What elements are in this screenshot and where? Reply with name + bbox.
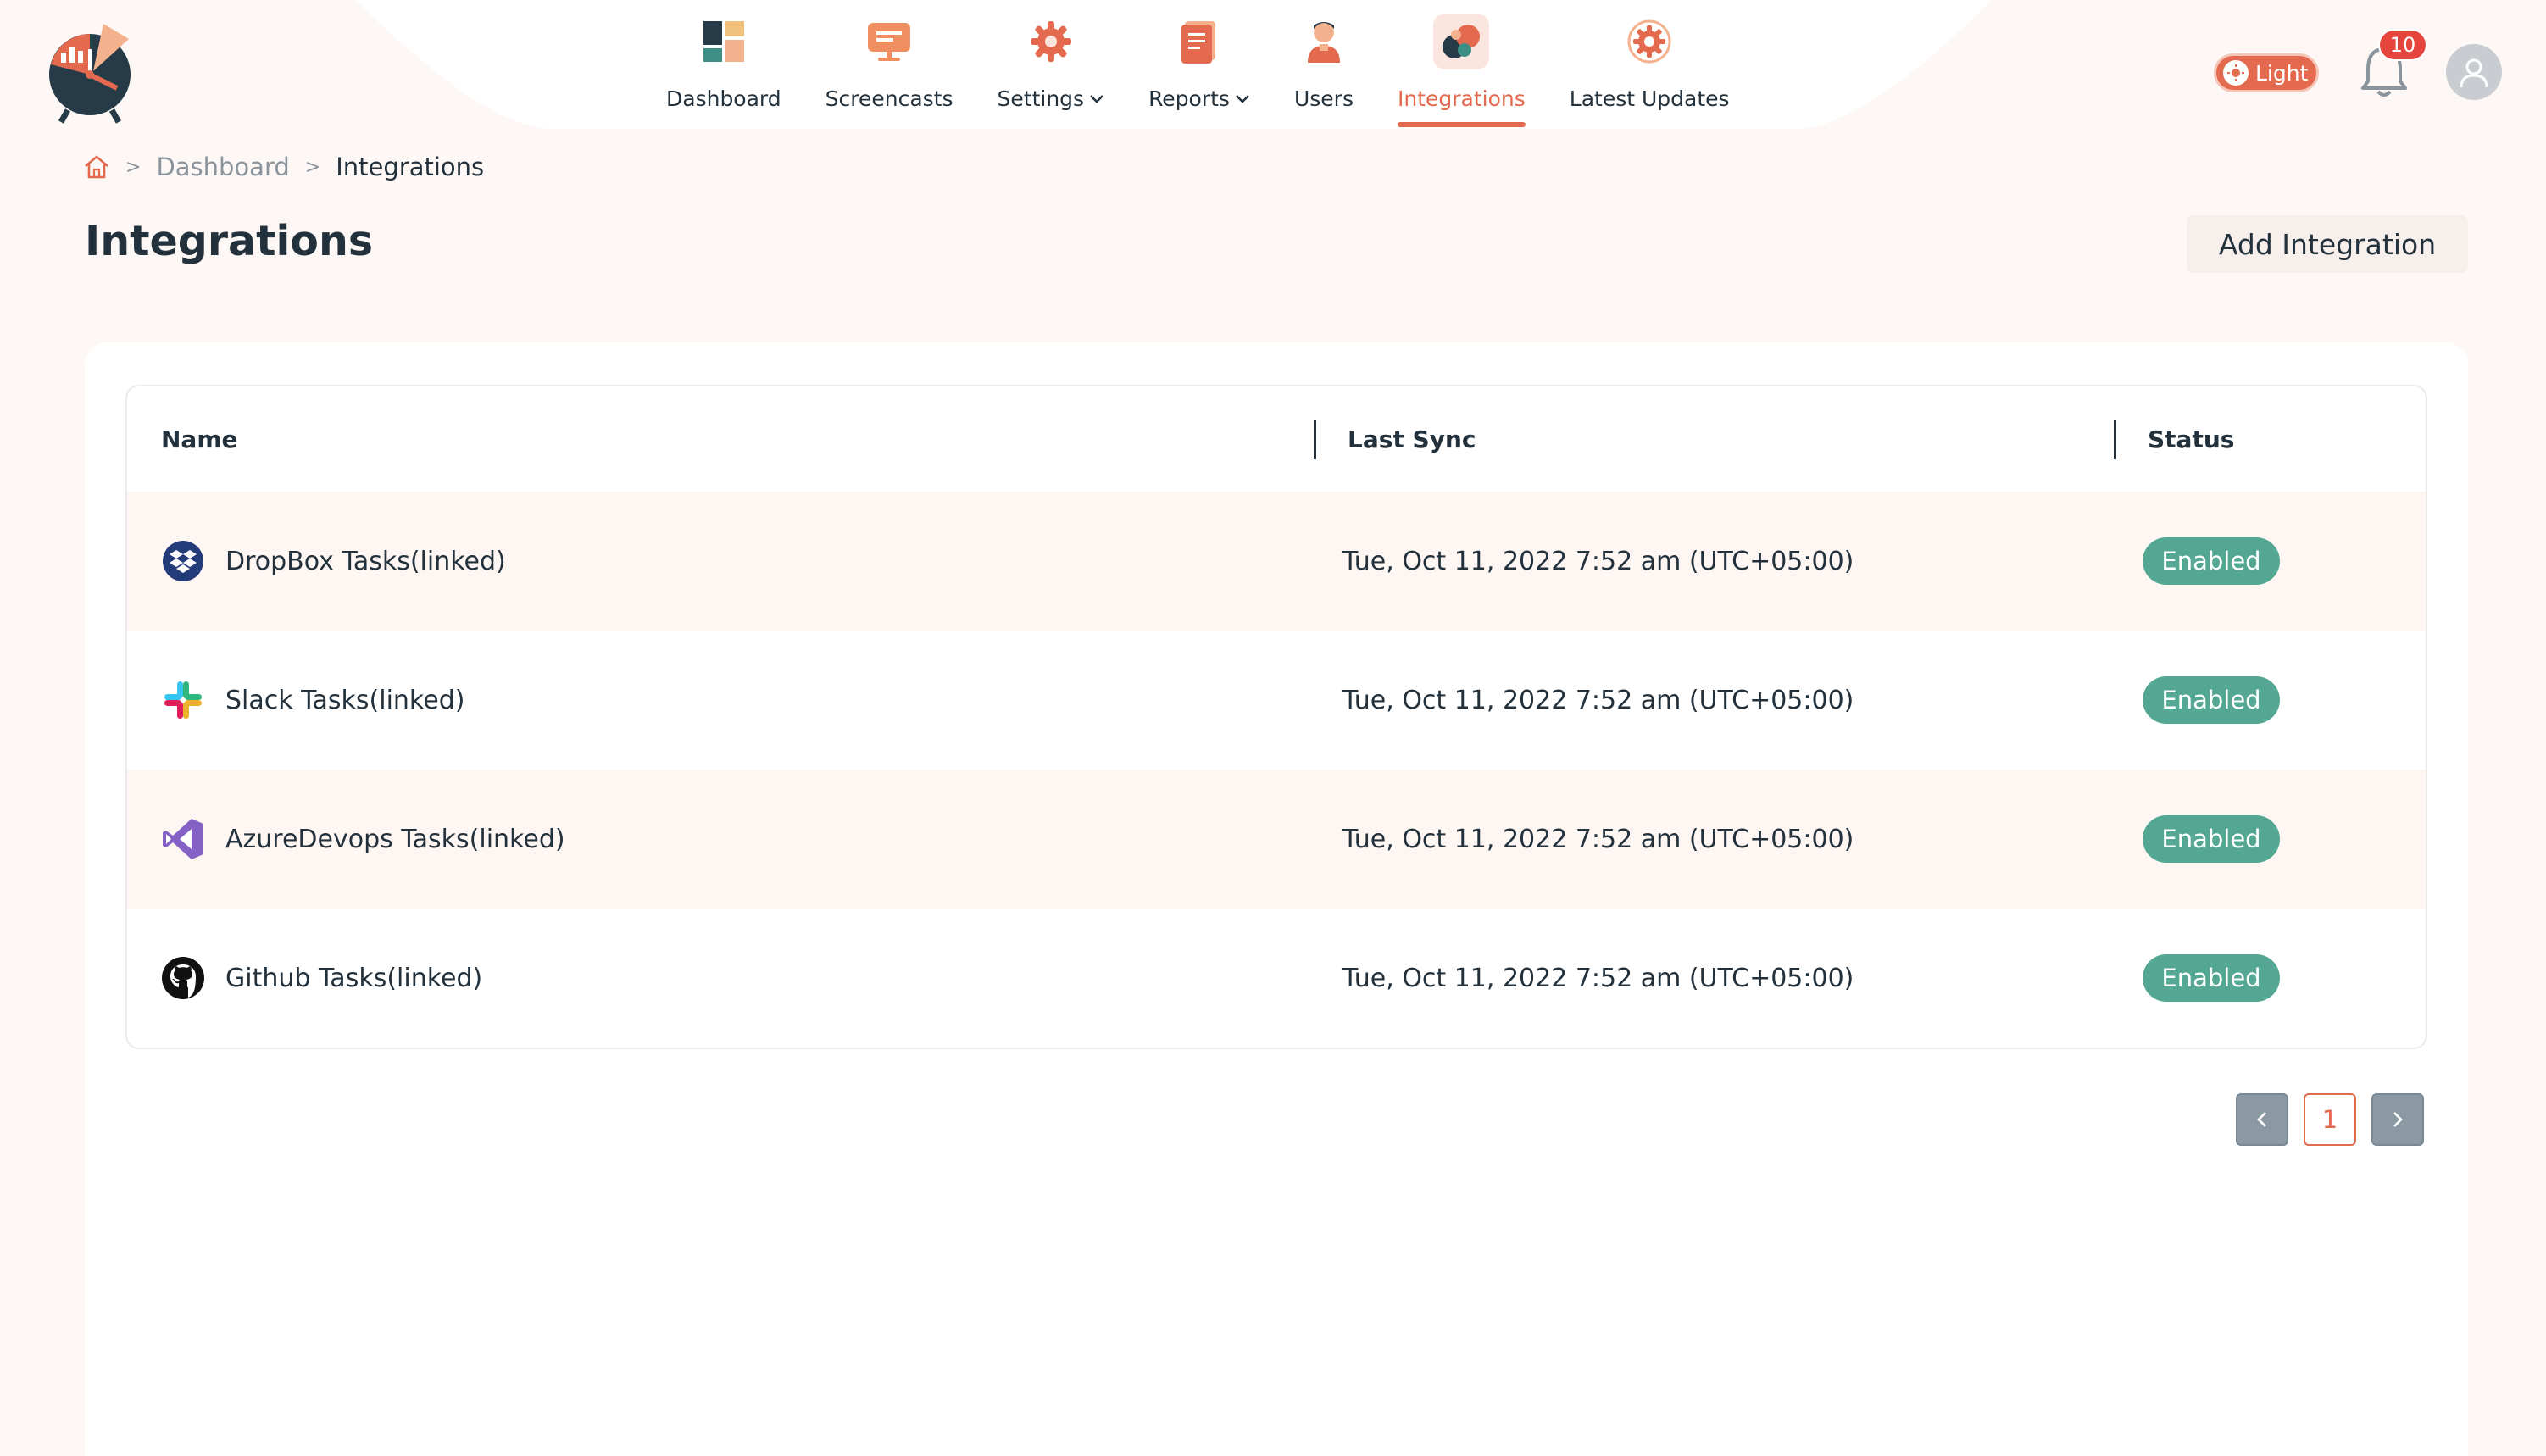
nav-label-dashboard: Dashboard bbox=[666, 86, 781, 111]
nav-item-reports[interactable]: Reports bbox=[1126, 0, 1272, 134]
nav-item-integrations[interactable]: Integrations bbox=[1376, 0, 1548, 134]
column-header-status[interactable]: Status bbox=[2148, 386, 2234, 492]
last-sync-value: Tue, Oct 11, 2022 7:52 am (UTC+05:00) bbox=[1342, 685, 1854, 715]
home-icon[interactable] bbox=[83, 154, 110, 180]
add-integration-button[interactable]: Add Integration bbox=[2187, 215, 2468, 273]
integrations-card: Name Last Sync Status DropBox Tasks(link… bbox=[85, 342, 2468, 1456]
nav-label-reports: Reports bbox=[1148, 86, 1230, 111]
breadcrumb: > Dashboard > Integrations bbox=[83, 153, 484, 181]
theme-toggle[interactable]: Light bbox=[2214, 53, 2319, 92]
user-avatar-icon bbox=[2460, 58, 2488, 88]
column-divider bbox=[1314, 420, 1316, 459]
update-gear-icon bbox=[1621, 14, 1677, 69]
table-row[interactable]: Github Tasks(linked) Tue, Oct 11, 2022 7… bbox=[127, 909, 2426, 1048]
breadcrumb-separator: > bbox=[125, 156, 142, 178]
chevron-down-icon bbox=[1236, 94, 1249, 103]
avatar[interactable] bbox=[2446, 44, 2502, 100]
breadcrumb-dashboard[interactable]: Dashboard bbox=[156, 153, 289, 181]
breadcrumb-separator: > bbox=[304, 156, 321, 178]
next-page-button[interactable] bbox=[2371, 1093, 2424, 1146]
nav-label-integrations: Integrations bbox=[1397, 86, 1526, 111]
nav-label-screencasts: Screencasts bbox=[825, 86, 953, 111]
column-header-name[interactable]: Name bbox=[161, 386, 238, 492]
user-icon bbox=[1296, 14, 1352, 69]
github-icon bbox=[161, 956, 205, 1000]
integrations-table: Name Last Sync Status DropBox Tasks(link… bbox=[125, 385, 2427, 1049]
chevron-down-icon bbox=[1090, 94, 1103, 103]
azure-devops-icon bbox=[161, 817, 205, 861]
last-sync-value: Tue, Oct 11, 2022 7:52 am (UTC+05:00) bbox=[1342, 963, 1854, 993]
table-row[interactable]: AzureDevops Tasks(linked) Tue, Oct 11, 2… bbox=[127, 770, 2426, 909]
integration-name: DropBox Tasks(linked) bbox=[225, 546, 506, 576]
chevron-left-icon bbox=[2257, 1112, 2266, 1127]
chevron-right-icon bbox=[2393, 1112, 2403, 1127]
nav-item-dashboard[interactable]: Dashboard bbox=[644, 0, 803, 134]
status-badge: Enabled bbox=[2143, 676, 2280, 724]
nav-item-screencasts[interactable]: Screencasts bbox=[803, 0, 976, 134]
table-row[interactable]: Slack Tasks(linked) Tue, Oct 11, 2022 7:… bbox=[127, 631, 2426, 770]
last-sync-value: Tue, Oct 11, 2022 7:52 am (UTC+05:00) bbox=[1342, 824, 1854, 854]
dropbox-icon bbox=[161, 539, 205, 583]
notification-badge: 10 bbox=[2378, 29, 2427, 61]
nav-item-users[interactable]: Users bbox=[1272, 0, 1376, 134]
theme-toggle-label: Light bbox=[2255, 60, 2309, 86]
page-title: Integrations bbox=[85, 217, 374, 265]
nav-label-users: Users bbox=[1293, 86, 1354, 111]
pagination: 1 bbox=[2236, 1093, 2424, 1146]
nav-label-settings: Settings bbox=[997, 86, 1085, 111]
report-icon bbox=[1171, 14, 1227, 69]
nav-label-latest-updates: Latest Updates bbox=[1569, 86, 1730, 111]
integration-name: Github Tasks(linked) bbox=[225, 963, 483, 993]
column-divider bbox=[2114, 420, 2116, 459]
sun-icon bbox=[2223, 60, 2249, 86]
status-badge: Enabled bbox=[2143, 815, 2280, 863]
nav-item-latest-updates[interactable]: Latest Updates bbox=[1548, 0, 1752, 134]
table-header: Name Last Sync Status bbox=[127, 386, 2426, 492]
dashboard-icon bbox=[696, 14, 752, 69]
gear-icon bbox=[1023, 14, 1079, 69]
breadcrumb-current: Integrations bbox=[336, 153, 485, 181]
table-row[interactable]: DropBox Tasks(linked) Tue, Oct 11, 2022 … bbox=[127, 492, 2426, 631]
prev-page-button[interactable] bbox=[2236, 1093, 2288, 1146]
last-sync-value: Tue, Oct 11, 2022 7:52 am (UTC+05:00) bbox=[1342, 546, 1854, 576]
screencast-icon bbox=[861, 14, 917, 69]
integration-name: Slack Tasks(linked) bbox=[225, 685, 465, 715]
puzzle-icon bbox=[1433, 14, 1490, 69]
active-tab-indicator bbox=[1397, 122, 1526, 127]
status-badge: Enabled bbox=[2143, 954, 2280, 1002]
slack-icon bbox=[161, 678, 205, 722]
integration-name: AzureDevops Tasks(linked) bbox=[225, 824, 565, 854]
page-number-button[interactable]: 1 bbox=[2304, 1093, 2356, 1146]
column-header-last-sync[interactable]: Last Sync bbox=[1348, 386, 1476, 492]
nav-item-settings[interactable]: Settings bbox=[976, 0, 1127, 134]
status-badge: Enabled bbox=[2143, 537, 2280, 585]
main-nav: Dashboard Screencasts Settings Reports U… bbox=[644, 0, 1752, 134]
app-logo[interactable] bbox=[47, 19, 141, 124]
